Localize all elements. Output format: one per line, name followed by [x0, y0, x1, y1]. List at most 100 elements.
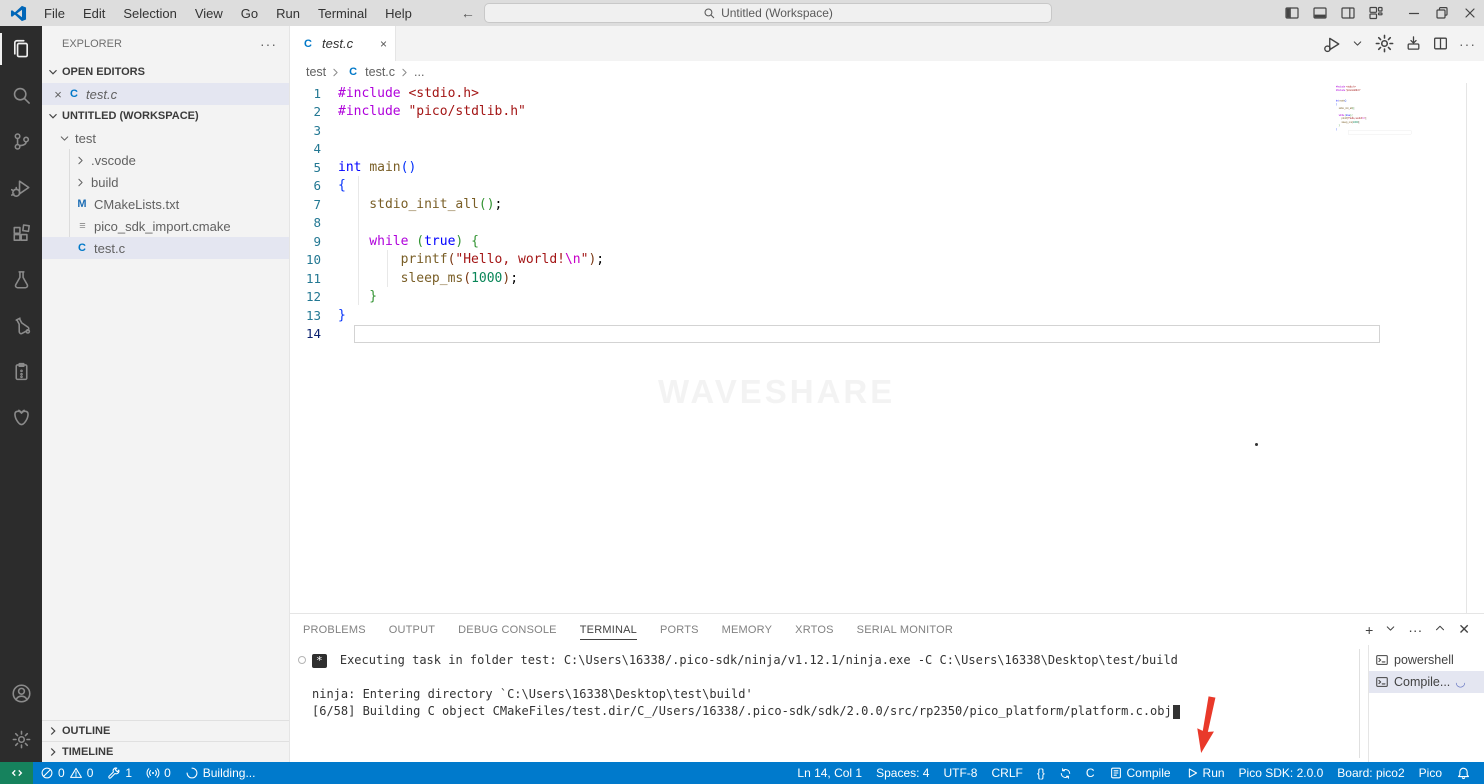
code-line-8[interactable]: 8 — [290, 214, 1484, 233]
layout-panel-icon[interactable] — [1306, 0, 1334, 26]
code-line-2[interactable]: 2#include "pico/stdlib.h" — [290, 103, 1484, 122]
tree-item--vscode[interactable]: .vscode — [42, 149, 289, 171]
terminal-instance-powershell[interactable]: powershell — [1369, 649, 1484, 671]
command-center-search[interactable]: Untitled (Workspace) — [484, 3, 1052, 23]
status-pico-sdk[interactable]: Pico SDK: 2.0.0 — [1232, 762, 1331, 784]
more-actions-icon[interactable]: ··· — [1408, 622, 1422, 638]
maximize-panel-icon[interactable] — [1433, 621, 1447, 638]
tree-item-test[interactable]: test — [42, 127, 289, 149]
new-terminal-icon[interactable]: + — [1365, 622, 1373, 638]
panel-tab-xrtos[interactable]: XRTOS — [795, 614, 834, 645]
status-cmake-sync[interactable] — [1052, 762, 1079, 784]
status-building[interactable]: Building... — [178, 762, 263, 784]
activity-accounts[interactable] — [0, 670, 42, 716]
code-line-12[interactable]: 12 } — [290, 288, 1484, 307]
terminal-instance-compile-[interactable]: Compile...◡ — [1369, 671, 1484, 693]
code-line-14[interactable]: 14 — [290, 325, 1484, 344]
status-pico[interactable]: Pico — [1412, 762, 1449, 784]
terminal-output[interactable]: * Executing task in folder test: C:\User… — [290, 645, 1368, 762]
tree-item-pico-sdk-import-cmake[interactable]: ≡pico_sdk_import.cmake — [42, 215, 289, 237]
status-notifications[interactable] — [1449, 762, 1478, 784]
layout-sidebar-icon[interactable] — [1278, 0, 1306, 26]
activity-settings[interactable] — [0, 716, 42, 762]
code-line-9[interactable]: 9 while (true) { — [290, 232, 1484, 251]
status-cursor-position[interactable]: Ln 14, Col 1 — [790, 762, 869, 784]
code-line-3[interactable]: 3 — [290, 121, 1484, 140]
menu-selection[interactable]: Selection — [114, 0, 185, 26]
menu-run[interactable]: Run — [267, 0, 309, 26]
code-line-14[interactable] — [1336, 131, 1420, 135]
panel-tab-memory[interactable]: MEMORY — [722, 614, 773, 645]
minimap[interactable]: #include <stdio.h>#include "pico/stdlib.… — [1336, 85, 1420, 205]
tree-item-build[interactable]: build — [42, 171, 289, 193]
menu-view[interactable]: View — [186, 0, 232, 26]
code-editor[interactable]: 1#include <stdio.h>2#include "pico/stdli… — [290, 83, 1484, 613]
code-line-5[interactable]: 5int main() — [290, 158, 1484, 177]
activity-cmake-tools[interactable] — [0, 302, 42, 348]
code-line-13[interactable]: 13} — [290, 306, 1484, 325]
explorer-more-actions[interactable]: ··· — [260, 36, 277, 52]
panel-tab-ports[interactable]: PORTS — [660, 614, 699, 645]
breadcrumb-item[interactable]: test — [306, 65, 326, 79]
minimize-icon[interactable] — [1400, 0, 1428, 26]
menu-file[interactable]: File — [35, 0, 74, 26]
panel-tab-problems[interactable]: PROBLEMS — [303, 614, 366, 645]
remote-indicator[interactable] — [0, 762, 33, 784]
panel-tab-terminal[interactable]: TERMINAL — [580, 614, 637, 645]
activity-search[interactable] — [0, 72, 42, 118]
flash-device-icon[interactable] — [1405, 35, 1422, 52]
status-ports-count[interactable]: 0 — [139, 762, 178, 784]
status-indentation[interactable]: Spaces: 4 — [869, 762, 936, 784]
status-language-mode[interactable]: C — [1079, 762, 1102, 784]
open-editors-header[interactable]: OPEN EDITORS — [42, 61, 289, 83]
run-or-debug-icon[interactable] — [1323, 35, 1341, 53]
menu-edit[interactable]: Edit — [74, 0, 114, 26]
status-run[interactable]: Run — [1178, 762, 1232, 784]
status-board[interactable]: Board: pico2 — [1330, 762, 1411, 784]
tab-test-c[interactable]: C test.c × — [290, 26, 396, 61]
code-line-10[interactable]: 10 printf("Hello, world!\n"); — [290, 251, 1484, 270]
restore-icon[interactable] — [1428, 0, 1456, 26]
chevron-down-icon[interactable] — [1351, 37, 1364, 50]
close-tab-icon[interactable]: × — [380, 37, 387, 51]
panel-tab-output[interactable]: OUTPUT — [389, 614, 435, 645]
status-eol[interactable]: CRLF — [984, 762, 1029, 784]
panel-tab-serial-monitor[interactable]: SERIAL MONITOR — [857, 614, 953, 645]
terminal-launch-profile-icon[interactable] — [1384, 622, 1397, 638]
activity-testing[interactable] — [0, 256, 42, 302]
timeline-section[interactable]: TIMELINE — [42, 741, 289, 762]
status-problems[interactable]: 00 — [33, 762, 100, 784]
editor-scrollbar[interactable] — [1466, 83, 1467, 613]
activity-source-control[interactable] — [0, 118, 42, 164]
code-line-6[interactable]: 6{ — [290, 177, 1484, 196]
menu-help[interactable]: Help — [376, 0, 421, 26]
outline-section[interactable]: OUTLINE — [42, 720, 289, 741]
more-actions-icon[interactable]: ··· — [1459, 36, 1476, 52]
status-compile[interactable]: Compile — [1102, 762, 1178, 784]
activity-serial-monitor[interactable] — [0, 348, 42, 394]
breadcrumb-item[interactable]: Ctest.c — [345, 65, 395, 79]
breadcrumb-item[interactable]: ... — [414, 65, 424, 79]
code-line-7[interactable]: 7 stdio_init_all(); — [290, 195, 1484, 214]
activity-run-and-debug[interactable] — [0, 164, 42, 210]
customize-layout-icon[interactable] — [1362, 0, 1390, 26]
close-panel-icon[interactable]: ✕ — [1458, 621, 1470, 638]
status-encoding[interactable]: UTF-8 — [936, 762, 984, 784]
code-line-11[interactable]: 11 sleep_ms(1000); — [290, 269, 1484, 288]
tree-item-cmakelists-txt[interactable]: MCMakeLists.txt — [42, 193, 289, 215]
terminal-scrollbar[interactable] — [1359, 649, 1360, 758]
menu-terminal[interactable]: Terminal — [309, 0, 376, 26]
panel-tab-debug-console[interactable]: DEBUG CONSOLE — [458, 614, 557, 645]
code-line-4[interactable]: 4 — [290, 140, 1484, 159]
status-tools[interactable]: 1 — [100, 762, 139, 784]
open-editor-item[interactable]: × C test.c — [42, 83, 289, 105]
workspace-header[interactable]: UNTITLED (WORKSPACE) — [42, 105, 289, 127]
activity-explorer[interactable] — [0, 26, 42, 72]
tree-item-test-c[interactable]: Ctest.c — [42, 237, 289, 259]
activity-extensions[interactable] — [0, 210, 42, 256]
close-icon[interactable] — [1456, 0, 1484, 26]
layout-secondary-sidebar-icon[interactable] — [1334, 0, 1362, 26]
gear-icon[interactable] — [1374, 33, 1395, 54]
split-editor-icon[interactable] — [1432, 35, 1449, 52]
menu-go[interactable]: Go — [232, 0, 267, 26]
